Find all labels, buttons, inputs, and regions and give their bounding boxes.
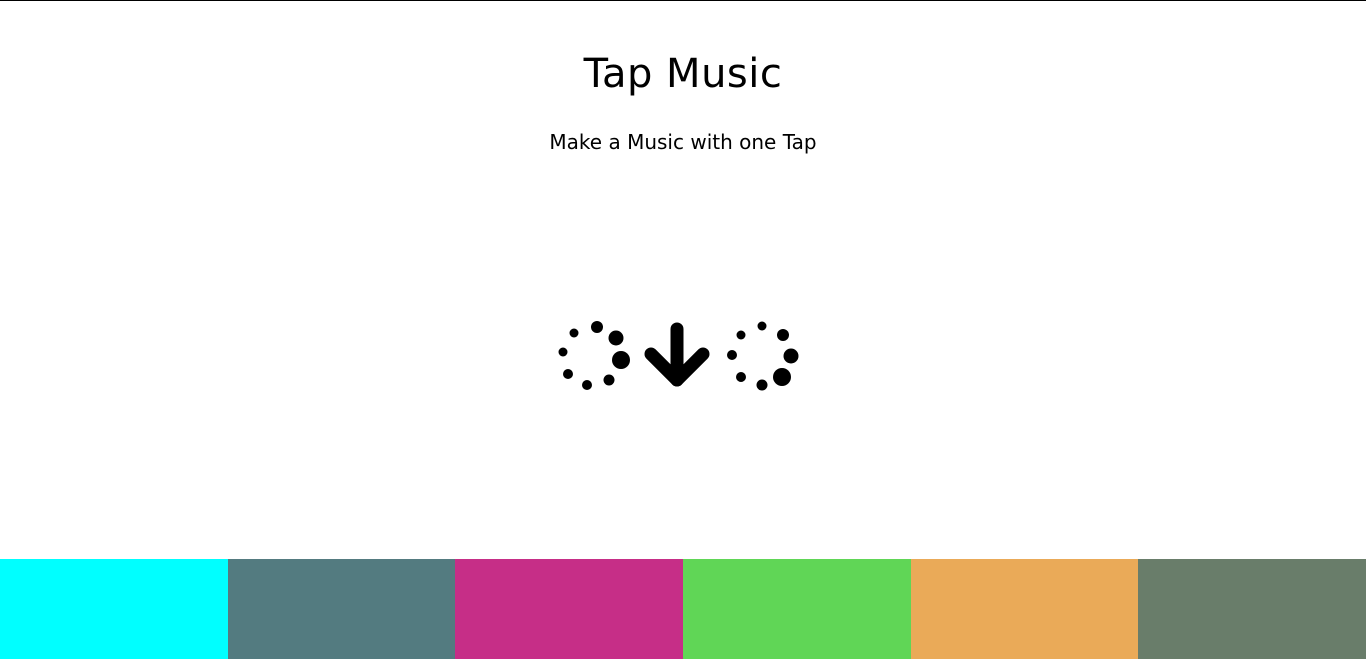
- pad-5[interactable]: [910, 559, 1139, 659]
- loading-dots-icon: [558, 321, 630, 390]
- pad-3[interactable]: [455, 559, 684, 659]
- tap-hint: [555, 318, 805, 394]
- pad-4[interactable]: [683, 559, 911, 659]
- app-page: Tap Music Make a Music with one Tap: [0, 0, 1366, 660]
- loading-dots-icon: [727, 321, 799, 391]
- arrow-down-icon: [644, 322, 710, 387]
- pad-6[interactable]: [1138, 559, 1366, 659]
- page-subtitle: Make a Music with one Tap: [549, 130, 817, 154]
- page-title: Tap Music: [583, 51, 783, 97]
- sound-pads: [0, 559, 1366, 660]
- pad-2[interactable]: [227, 559, 456, 659]
- pad-1[interactable]: [0, 559, 228, 659]
